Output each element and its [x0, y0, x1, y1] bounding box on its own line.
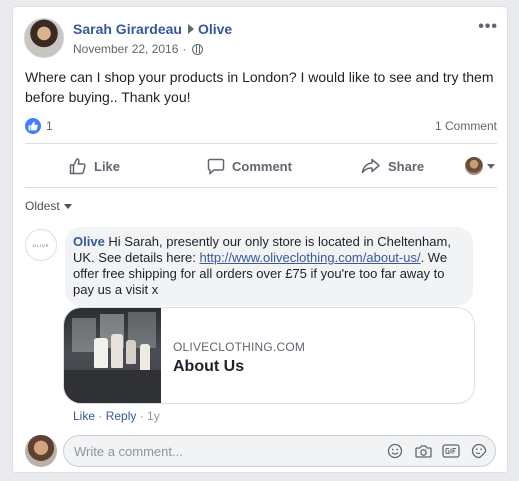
post-card: Sarah Girardeau Olive November 22, 2016 ·… [12, 6, 508, 473]
comment-sort-dropdown[interactable]: Oldest [25, 199, 72, 213]
comment-actions: Like · Reply · 1y [73, 409, 160, 423]
thumbs-up-icon [69, 158, 86, 175]
link-preview-image [64, 308, 161, 403]
comment-composer [63, 435, 496, 467]
caret-down-icon [63, 203, 72, 209]
comment-bubble-icon [207, 158, 225, 175]
globe-icon[interactable] [192, 43, 204, 55]
comment-button-label: Comment [232, 158, 292, 174]
olive-logo-avatar[interactable]: OLIVE [25, 229, 57, 261]
divider [25, 143, 497, 144]
sticker-icon[interactable] [470, 442, 488, 460]
like-button-label: Like [94, 158, 121, 174]
emoji-icon[interactable] [386, 442, 404, 460]
post-meta: November 22, 2016 · [73, 42, 204, 56]
author-name[interactable]: Sarah Girardeau [73, 21, 182, 37]
caret-down-icon [487, 163, 495, 169]
comment-like-link[interactable]: Like [73, 409, 95, 423]
post-date[interactable]: November 22, 2016 [73, 42, 178, 56]
arrow-right-icon [187, 24, 194, 34]
post-header: Sarah Girardeau Olive [73, 21, 232, 37]
gif-icon[interactable] [442, 442, 460, 460]
comment-link[interactable]: http://www.oliveclothing.com/about-us/ [199, 250, 420, 265]
like-reaction-icon[interactable] [25, 118, 41, 134]
like-count[interactable]: 1 [46, 119, 53, 133]
comment-age[interactable]: 1y [147, 409, 160, 423]
link-preview-title: About Us [173, 358, 245, 375]
share-button[interactable]: Share [361, 147, 424, 185]
comment-reply-link[interactable]: Reply [106, 409, 137, 423]
action-bar: Like Comment Share [25, 147, 497, 185]
post-as-selector[interactable] [465, 157, 495, 175]
composer-avatar [25, 435, 57, 467]
comment-input[interactable] [74, 436, 374, 466]
ellipsis-icon[interactable]: ••• [478, 18, 498, 36]
link-preview-domain: OLIVECLOTHING.COM [173, 340, 306, 354]
comment-count[interactable]: 1 Comment [435, 119, 497, 133]
comment-author[interactable]: Olive [73, 234, 105, 249]
reaction-summary: 1 1 Comment [25, 117, 497, 135]
avatar [465, 157, 483, 175]
post-text: Where can I shop your products in London… [25, 69, 494, 105]
like-button[interactable]: Like [69, 147, 120, 185]
share-arrow-icon [361, 158, 380, 174]
link-preview-card[interactable]: OLIVECLOTHING.COM About Us [63, 307, 475, 404]
share-button-label: Share [388, 158, 425, 174]
page-name[interactable]: Olive [198, 21, 232, 37]
sort-label: Oldest [25, 199, 60, 213]
divider [25, 187, 497, 188]
camera-icon[interactable] [414, 442, 432, 460]
author-avatar[interactable] [24, 18, 64, 58]
comment-button[interactable]: Comment [207, 147, 292, 185]
comment-bubble: Olive Hi Sarah, presently our only store… [65, 227, 473, 306]
